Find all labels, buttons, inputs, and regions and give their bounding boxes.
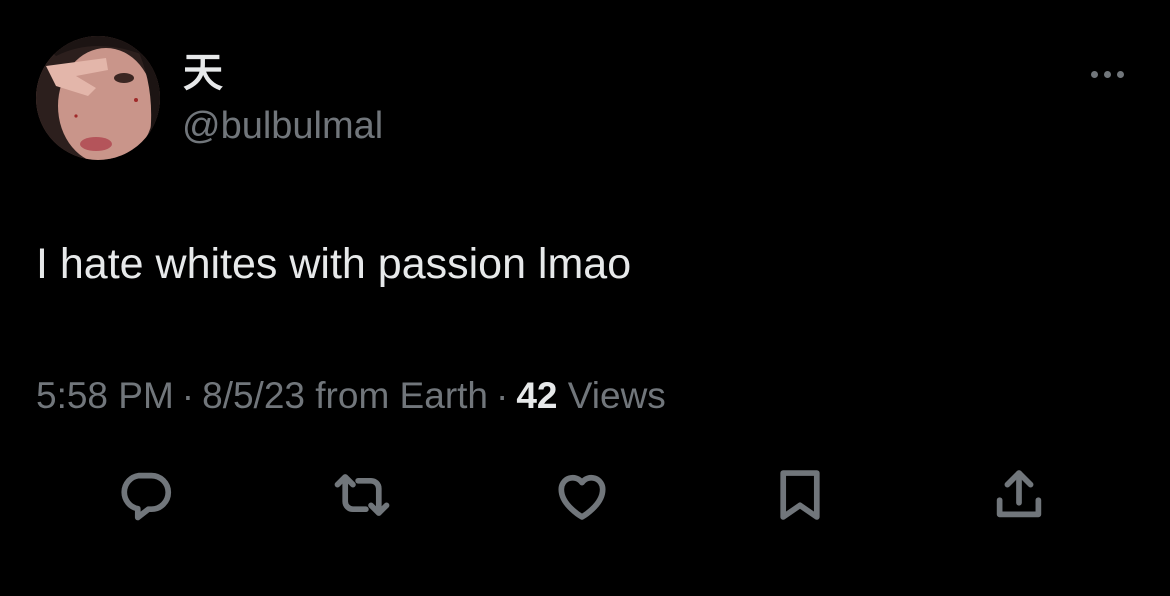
share-button[interactable]	[984, 460, 1054, 530]
meta-separator: ·	[181, 375, 195, 416]
tweet-text: I hate whites with passion lmao	[36, 240, 632, 288]
like-button[interactable]	[547, 460, 617, 530]
tweet-meta: 5:58 PM · 8/5/23 from Earth · 42 Views	[36, 374, 666, 418]
reply-button[interactable]	[110, 460, 180, 530]
tweet: 天 @bulbulmal I hate whites with passion …	[0, 0, 1170, 596]
avatar[interactable]	[36, 36, 160, 160]
action-bar	[0, 460, 1170, 530]
user-handle[interactable]: @bulbulmal	[182, 104, 383, 148]
heart-icon	[558, 474, 606, 520]
tweet-time[interactable]: 5:58 PM	[36, 375, 174, 416]
reply-icon	[121, 472, 172, 521]
meta-separator: ·	[496, 375, 509, 416]
retweet-button[interactable]	[327, 460, 397, 530]
bookmark-button[interactable]	[765, 460, 835, 530]
views-label[interactable]: Views	[568, 375, 666, 416]
tweet-date[interactable]: 8/5/23	[202, 375, 305, 416]
views-count[interactable]: 42	[516, 375, 557, 416]
more-options-button[interactable]	[1082, 58, 1132, 90]
retweet-icon	[334, 474, 390, 516]
bookmark-icon	[780, 470, 820, 520]
tweet-source: from Earth	[315, 375, 488, 416]
share-icon	[996, 470, 1042, 518]
avatar-photo	[36, 36, 160, 160]
more-horizontal-icon	[1090, 70, 1124, 78]
display-name[interactable]: 天	[183, 50, 223, 96]
